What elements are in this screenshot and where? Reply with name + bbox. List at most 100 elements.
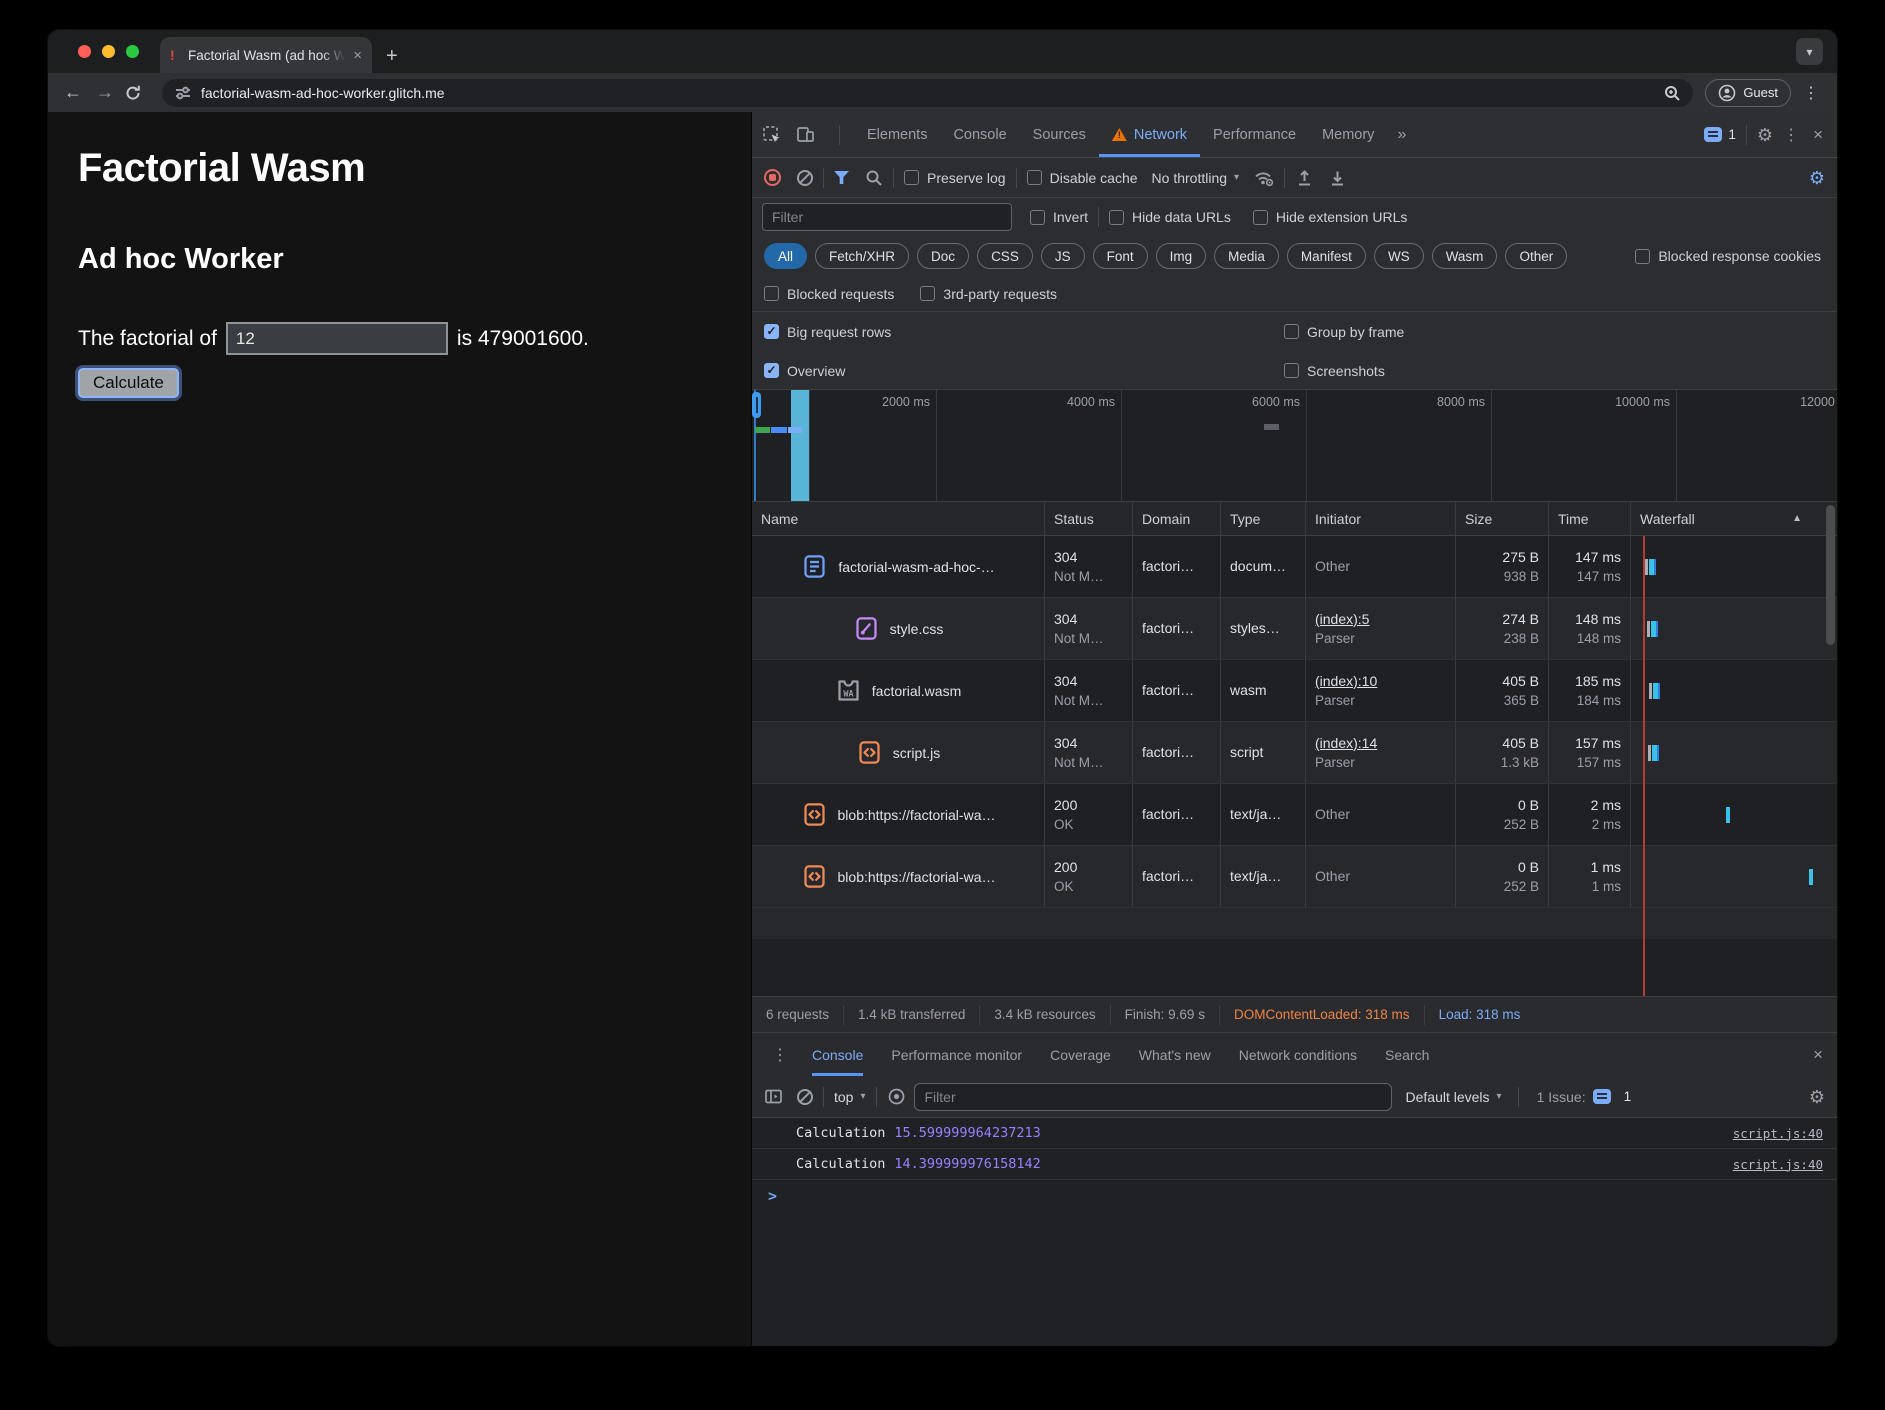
column-header-type[interactable]: Type [1221, 502, 1306, 535]
column-header-initiator[interactable]: Initiator [1306, 502, 1456, 535]
resource-type-chip[interactable]: Media [1214, 243, 1279, 269]
blocked-requests-checkbox[interactable]: Blocked requests [764, 286, 894, 302]
third-party-requests-checkbox[interactable]: 3rd-party requests [920, 286, 1057, 302]
more-tabs-icon[interactable]: » [1387, 112, 1416, 157]
console-message[interactable]: Calculation 14.399999976158142 script.js… [752, 1149, 1837, 1180]
table-row[interactable]: script.js 304Not M… factori… script (ind… [752, 722, 1837, 784]
clear-console-icon[interactable] [797, 1089, 813, 1105]
drawer-close-icon[interactable]: × [1809, 1033, 1827, 1076]
drawer-tab[interactable]: Coverage [1050, 1033, 1111, 1076]
drawer-tab[interactable]: Search [1385, 1033, 1429, 1076]
column-header-domain[interactable]: Domain [1133, 502, 1221, 535]
column-header-status[interactable]: Status [1045, 502, 1133, 535]
drawer-tab[interactable]: What's new [1139, 1033, 1211, 1076]
drawer-tab[interactable]: Performance monitor [891, 1033, 1022, 1076]
initiator-link[interactable]: (index):10 [1315, 671, 1446, 691]
new-tab-button[interactable]: + [386, 46, 398, 66]
table-row[interactable]: factorial-wasm-ad-hoc-… 304Not M… factor… [752, 536, 1837, 598]
overview-checkbox[interactable]: Overview [764, 363, 1284, 379]
drawer-tab[interactable]: Console [812, 1033, 863, 1076]
devtools-tab[interactable]: Performance [1200, 112, 1309, 157]
devtools-tab[interactable]: Console [940, 112, 1019, 157]
inspect-element-icon[interactable] [762, 125, 781, 144]
zoom-icon[interactable] [1663, 84, 1681, 102]
clear-network-log-icon[interactable] [797, 170, 813, 186]
group-by-frame-checkbox[interactable]: Group by frame [1284, 324, 1825, 340]
close-window-button[interactable] [78, 45, 91, 58]
filter-icon[interactable] [834, 171, 849, 184]
fullscreen-window-button[interactable] [126, 45, 139, 58]
calculate-button[interactable]: Calculate [78, 368, 179, 398]
initiator-link[interactable]: Other [1315, 866, 1446, 886]
console-sidebar-icon[interactable] [764, 1088, 783, 1105]
resource-type-chip[interactable]: Other [1505, 243, 1567, 269]
resource-type-chip[interactable]: Font [1093, 243, 1148, 269]
preserve-log-checkbox[interactable]: Preserve log [904, 170, 1006, 186]
request-name[interactable]: script.js [893, 745, 940, 761]
checkbox[interactable] [1253, 210, 1268, 225]
issues-counter[interactable]: 1 Issue: 1 [1529, 1089, 1640, 1105]
console-source-link[interactable]: script.js:40 [1733, 1126, 1823, 1141]
resource-type-chip[interactable]: WS [1374, 243, 1424, 269]
request-name[interactable]: factorial-wasm-ad-hoc-… [838, 559, 994, 575]
request-name[interactable]: blob:https://factorial-wa… [838, 869, 996, 885]
tab-search-button[interactable]: ▾ [1796, 38, 1823, 65]
url-text[interactable]: factorial-wasm-ad-hoc-worker.glitch.me [201, 85, 1654, 101]
address-bar[interactable]: factorial-wasm-ad-hoc-worker.glitch.me [162, 79, 1693, 107]
initiator-link[interactable]: Other [1315, 556, 1446, 576]
checkbox[interactable] [920, 286, 935, 301]
column-header-name[interactable]: Name [752, 502, 1045, 535]
request-name[interactable]: style.css [890, 621, 944, 637]
column-header-time[interactable]: Time [1549, 502, 1631, 535]
checkbox-checked[interactable] [764, 363, 779, 378]
initiator-link[interactable]: (index):14 [1315, 733, 1446, 753]
checkbox[interactable] [764, 286, 779, 301]
table-row[interactable]: blob:https://factorial-wa… 200OK factori… [752, 846, 1837, 908]
invert-checkbox[interactable]: Invert [1030, 209, 1088, 225]
forward-button[interactable]: → [92, 82, 118, 103]
search-icon[interactable] [865, 169, 883, 187]
drawer-tab[interactable]: Network conditions [1239, 1033, 1357, 1076]
timeline-drag-handle[interactable] [752, 392, 761, 418]
column-header-size[interactable]: Size [1456, 502, 1549, 535]
resource-type-chip[interactable]: Manifest [1287, 243, 1366, 269]
network-overview-timeline[interactable]: 2000 ms4000 ms6000 ms8000 ms10000 ms1200… [752, 390, 1837, 502]
export-har-icon[interactable] [1328, 168, 1347, 187]
checkbox[interactable] [1109, 210, 1124, 225]
request-name[interactable]: factorial.wasm [872, 683, 961, 699]
checkbox[interactable] [1027, 170, 1042, 185]
devtools-close-icon[interactable]: × [1809, 125, 1827, 145]
devtools-menu-icon[interactable]: ⋮ [1773, 125, 1809, 145]
drawer-menu-icon[interactable]: ⋮ [762, 1033, 798, 1076]
window-controls[interactable] [78, 45, 139, 58]
tab-close-icon[interactable]: × [353, 48, 362, 63]
devtools-settings-icon[interactable]: ⚙ [1757, 126, 1773, 144]
console-settings-icon[interactable]: ⚙ [1809, 1088, 1825, 1106]
resource-type-chip[interactable]: Img [1156, 243, 1207, 269]
checkbox[interactable] [1284, 324, 1299, 339]
table-scrollbar[interactable] [1826, 505, 1835, 645]
table-row[interactable]: WA factorial.wasm 304Not M… factori… was… [752, 660, 1837, 722]
initiator-link[interactable]: Other [1315, 804, 1446, 824]
browser-tab[interactable]: ! Factorial Wasm (ad hoc Work × [160, 37, 372, 73]
profile-button[interactable]: Guest [1705, 79, 1791, 107]
table-row[interactable]: style.css 304Not M… factori… styles… (in… [752, 598, 1837, 660]
browser-menu-button[interactable]: ⋮ [1797, 83, 1825, 103]
network-conditions-icon[interactable] [1253, 168, 1274, 187]
resource-type-chip[interactable]: Doc [917, 243, 969, 269]
devtools-tab[interactable]: Sources [1020, 112, 1099, 157]
checkbox[interactable] [1284, 363, 1299, 378]
record-network-log-icon[interactable] [764, 169, 781, 186]
import-har-icon[interactable] [1295, 168, 1314, 187]
throttling-dropdown[interactable]: No throttling ▾ [1152, 170, 1240, 186]
hide-data-urls-checkbox[interactable]: Hide data URLs [1109, 209, 1231, 225]
resource-type-chip[interactable]: All [764, 243, 807, 269]
resource-type-chip[interactable]: CSS [977, 243, 1033, 269]
blocked-response-cookies-checkbox[interactable]: Blocked response cookies [1635, 248, 1825, 264]
checkbox[interactable] [1030, 210, 1045, 225]
initiator-link[interactable]: (index):5 [1315, 609, 1446, 629]
big-request-rows-checkbox[interactable]: Big request rows [764, 324, 1284, 340]
checkbox[interactable] [1635, 249, 1650, 264]
console-message[interactable]: Calculation 15.599999964237213 script.js… [752, 1118, 1837, 1149]
issues-icon[interactable] [1704, 127, 1722, 142]
